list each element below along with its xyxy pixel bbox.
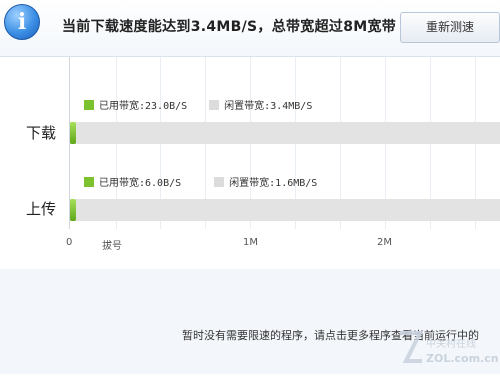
used-swatch [84,177,94,187]
svg-text:ZOL.com.cn: ZOL.com.cn [426,352,499,365]
info-icon: i [4,4,40,40]
upload-used-label: 已用带宽:6.0B/S [99,178,182,189]
zol-watermark-logo: 中关村在线 ZOL.com.cn [392,325,500,374]
download-label: 下载 [26,124,57,142]
used-swatch [84,100,94,110]
tick-label: 1M [243,237,258,248]
download-track [70,122,500,144]
tick-label: 0 [66,237,73,248]
upload-used-bar [70,199,76,221]
header-bar: i 当前下载速度能达到3.4MB/S，总带宽超过8M宽带 重新测速 [0,0,500,57]
free-swatch [209,100,220,110]
upload-track [70,199,500,221]
upload-label: 上传 [26,200,57,218]
download-used-label: 已用带宽:23.0B/S [99,101,188,112]
retest-button[interactable]: 重新测速 [400,12,500,43]
tick-label: 2M [377,237,392,248]
download-legend: 已用带宽:23.0B/S 闲置带宽:3.4MB/S [84,97,312,112]
bandwidth-chart: 已用带宽:23.0B/S 闲置带宽:3.4MB/S 下载 已用带宽:6.0B/S 闲… [0,57,500,269]
svg-text:中关村在线: 中关村在线 [426,337,476,350]
upload-free-label: 闲置带宽:1.6MB/S [229,178,318,189]
speed-headline: 当前下载速度能达到3.4MB/S，总带宽超过8M宽带 [62,19,397,35]
download-free-label: 闲置带宽:3.4MB/S [224,101,313,112]
upload-legend: 已用带宽:6.0B/S 闲置带宽:1.6MB/S [84,174,317,189]
free-swatch [214,177,225,187]
download-used-bar [70,122,76,144]
tick-label: 拔号 [102,241,122,252]
